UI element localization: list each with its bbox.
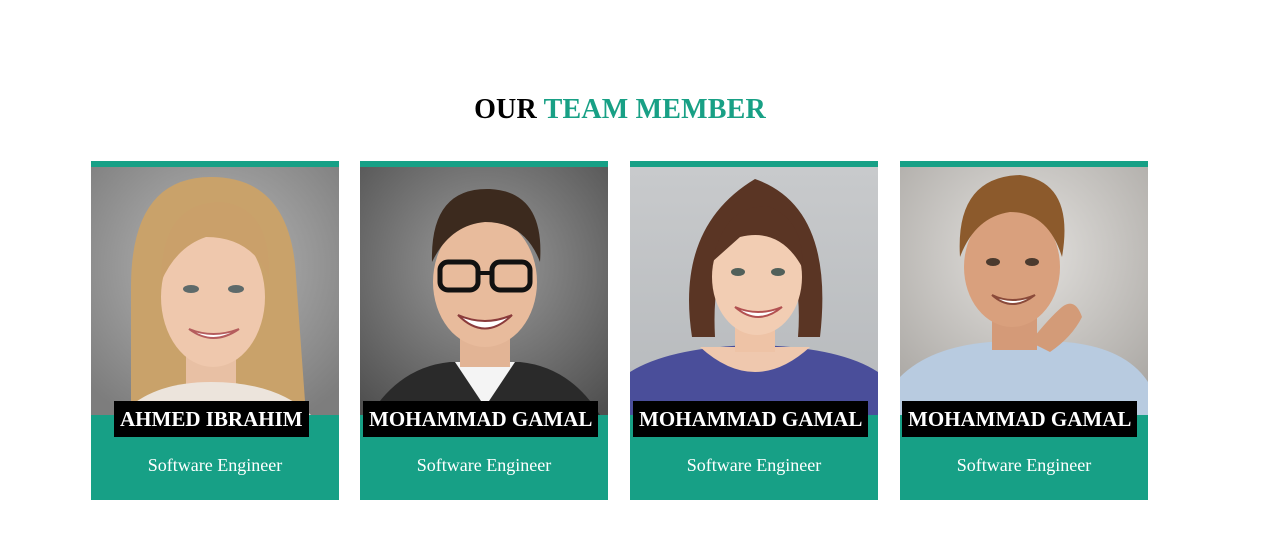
member-name: MOHAMMAD GAMAL [363, 401, 599, 437]
team-member-card: MOHAMMAD GAMAL Software Engineer [900, 161, 1148, 500]
member-photo [630, 167, 878, 415]
team-member-card: AHMED IBRAHIM Software Engineer [91, 161, 339, 500]
section-title: OUR TEAM MEMBER [0, 94, 1240, 126]
team-member-card: MOHAMMAD GAMAL Software Engineer [630, 161, 878, 500]
member-photo [91, 167, 339, 415]
member-role: Software Engineer [956, 455, 1092, 475]
section-title-part-1: OUR [474, 94, 537, 125]
member-role: Software Engineer [147, 455, 283, 475]
member-name: MOHAMMAD GAMAL [633, 401, 869, 437]
member-photo [360, 167, 608, 415]
section-title-part-2: TEAM MEMBER [543, 94, 766, 125]
member-name: MOHAMMAD GAMAL [902, 401, 1138, 437]
member-role: Software Engineer [416, 455, 552, 475]
member-role: Software Engineer [686, 455, 822, 475]
member-photo [900, 167, 1148, 415]
member-name: AHMED IBRAHIM [114, 401, 309, 437]
team-member-card: MOHAMMAD GAMAL Software Engineer [360, 161, 608, 500]
